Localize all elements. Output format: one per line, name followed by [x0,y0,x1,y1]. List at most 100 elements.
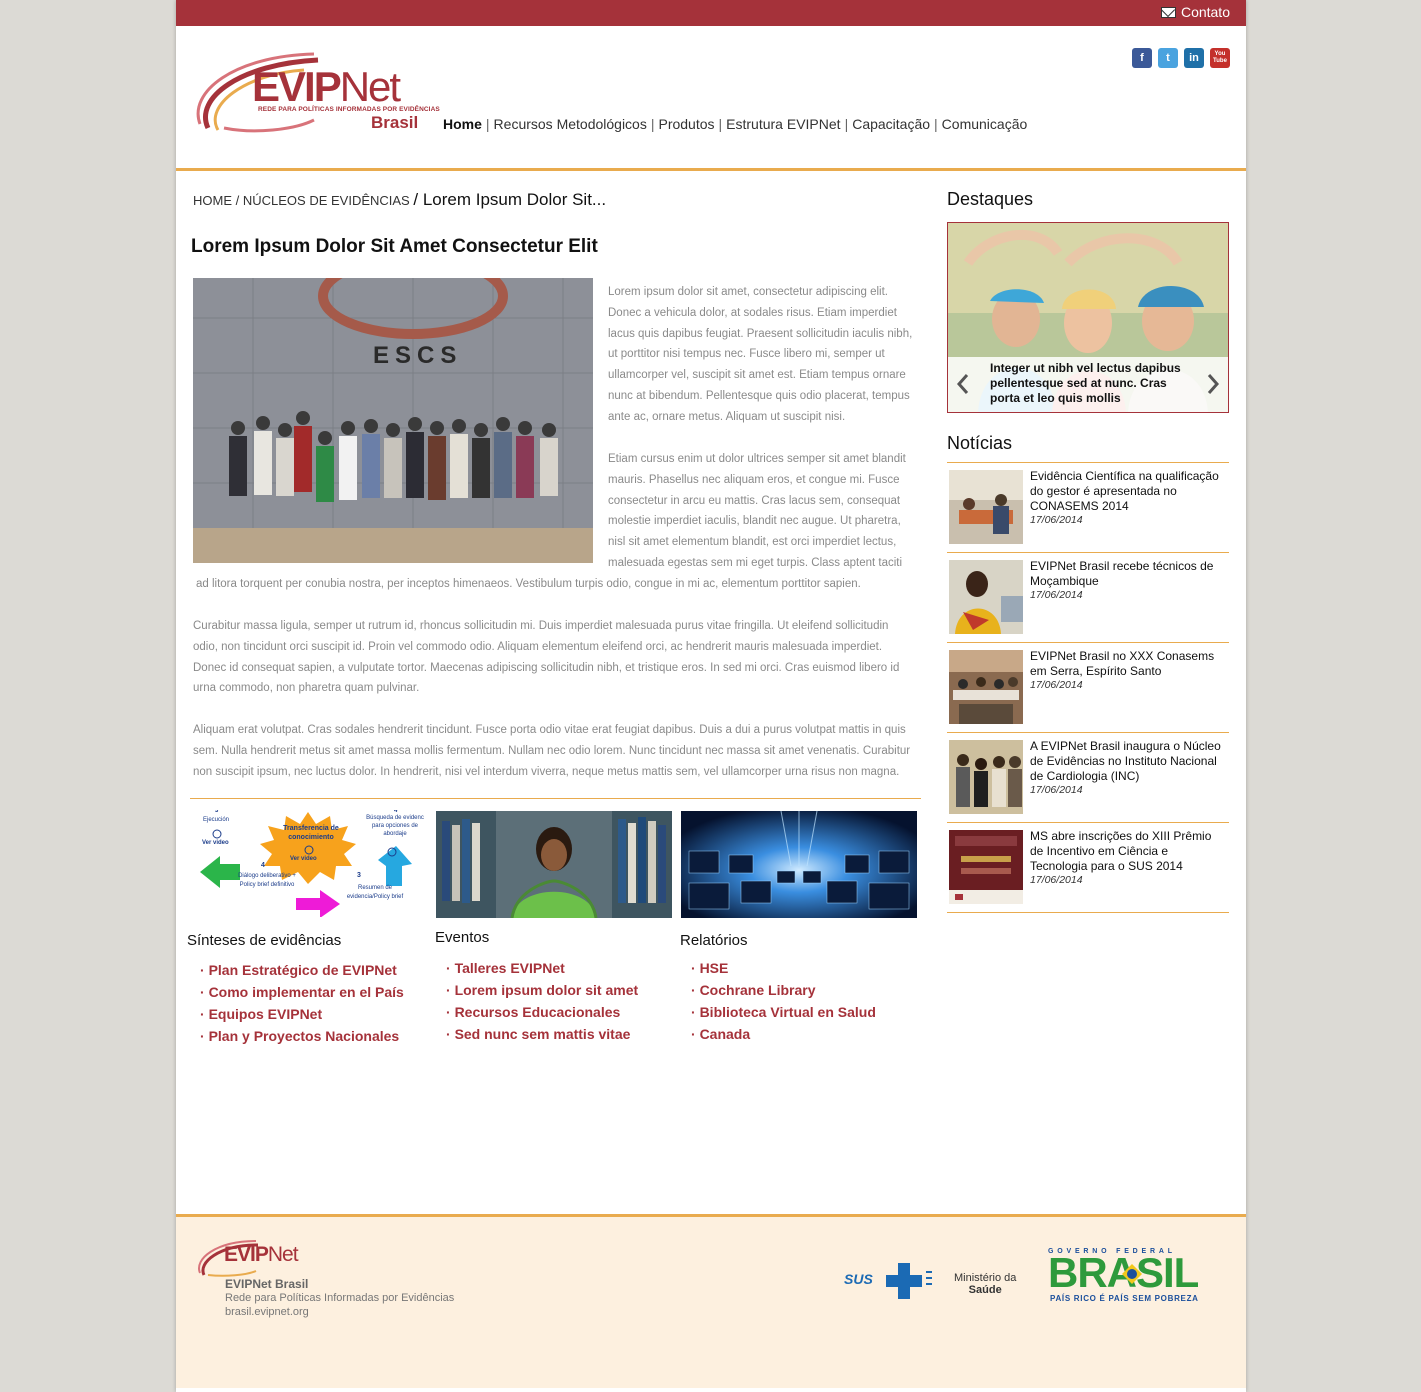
column-sinteses: Transferencia de conocimiento 3 4 4 3 Ej… [187,810,426,1044]
twitter-icon[interactable]: t [1158,48,1178,68]
footer-org-name: EVIPNet Brasil [225,1277,309,1291]
column-links: HSE Cochrane Library Biblioteca Virtual … [691,957,876,1045]
destaques-title: Destaques [947,189,1034,209]
diagram-center-label: Transferencia de conocimiento [283,825,339,841]
photo-sign: ESCS [373,342,463,369]
nav-item[interactable]: Comunicação [942,116,1028,132]
article-title: Lorem Ipsum Dolor Sit Amet Consectetur E… [191,236,598,257]
nav-item[interactable]: Capacitação [852,116,930,132]
evipnet-logo[interactable]: EVIPNet REDE PARA POLÍTICAS INFORMADAS P… [194,44,440,136]
news-title: MS abre inscrições do XIII Prêmio de Inc… [1030,829,1212,873]
logo-tagline: REDE PARA POLÍTICAS INFORMADAS POR EVIDÊ… [258,106,440,113]
ministerio-line1: Ministério da [954,1272,1017,1284]
footer-tagline: Rede para Políticas Informadas por Evidê… [225,1292,455,1304]
footer-logo-wordmark: EVIPNet [224,1243,299,1266]
news-item[interactable]: MS abre inscrições do XIII Prêmio de Inc… [947,823,1229,913]
logo-country: Brasil [371,113,419,132]
page: Contato EVIPNet REDE PARA POLÍTICAS INFO… [176,0,1246,1392]
article-paragraph: Etiam cursus enim ut dolor ultrices semp… [608,453,906,569]
youtube-icon[interactable]: You Tube [1210,48,1230,68]
linkedin-icon[interactable]: in [1184,48,1204,68]
news-thumbnail [949,830,1023,904]
news-date: 17/06/2014 [1030,874,1083,886]
article-paragraph: Aliquam erat volutpat. Cras sodales hend… [193,724,911,778]
news-item[interactable]: A EVIPNet Brasil inaugura o Núcleo de Ev… [947,733,1229,823]
gov-slogan: PAÍS RICO É PAÍS SEM POBREZA [1050,1294,1199,1303]
column-link[interactable]: Biblioteca Virtual en Salud [691,1001,876,1023]
column-links: Plan Estratégico de EVIPNet Como impleme… [200,959,404,1047]
diagram-step-number: 3 [215,810,219,814]
destaques-slider[interactable]: Integer ut nibh vel lectus dapibus pelle… [947,222,1229,413]
ministerio-saude-logo: Ministério da Saúde [954,1272,1016,1296]
governo-federal-logo: GOVERNO FEDERAL BRASIL PAÍS RICO É PAÍS … [1048,1248,1228,1304]
nav-separator: | [650,116,655,132]
sus-cross-icon [886,1263,932,1299]
column-link[interactable]: Recursos Educacionales [446,1001,638,1023]
column-link[interactable]: Canada [691,1023,876,1045]
column-link[interactable]: Lorem ipsum dolor sit amet [446,979,639,1001]
envelope-icon [1160,6,1176,18]
diagram-ver-video: Ver video [290,856,317,862]
relatorios-image[interactable] [681,811,917,918]
diagram-label: Búsqueda de evidenc para opciones de abo… [366,815,424,837]
news-thumbnail [949,740,1023,814]
slider-next-arrow-icon[interactable] [1206,373,1220,395]
column-link[interactable]: Plan y Proyectos Nacionales [200,1025,404,1047]
nav-item[interactable]: Home [443,116,482,132]
news-list: Evidência Científica na qualificação do … [947,462,1229,913]
diagram-label: Diálogo deliberativo + Policy brief defi… [238,873,296,888]
news-item[interactable]: EVIPNet Brasil recebe técnicos de Moçamb… [947,553,1229,643]
column-link[interactable]: Plan Estratégico de EVIPNet [200,959,404,981]
contact-label: Contato [1180,4,1230,20]
news-item[interactable]: EVIPNet Brasil no XXX Conasems em Serra,… [947,643,1229,733]
column-relatorios: Relatórios HSE Cochrane Library Bibliote… [680,811,917,1042]
nav-separator: | [844,116,849,132]
breadcrumb-section[interactable]: NÚCLEOS DE EVIDÊNCIAS [243,193,410,208]
news-date: 17/06/2014 [1030,784,1083,796]
slider-caption: Integer ut nibh vel lectus dapibus pelle… [948,357,1228,412]
slider-caption-text: Integer ut nibh vel lectus dapibus pelle… [990,361,1181,405]
column-link[interactable]: Cochrane Library [691,979,876,1001]
news-item[interactable]: Evidência Científica na qualificação do … [947,463,1229,553]
nav-item[interactable]: Produtos [658,116,714,132]
column-link[interactable]: HSE [691,957,876,979]
column-title: Eventos [435,929,490,946]
social-links: f t in You Tube [1132,48,1230,68]
article-paragraph: ad litora torquent per conubia nostra, p… [196,578,861,590]
nav-item[interactable]: Recursos Metodológicos [494,116,647,132]
column-links: Talleres EVIPNet Lorem ipsum dolor sit a… [446,957,639,1045]
column-title: Relatórios [680,932,748,949]
slider-prev-arrow-icon[interactable] [956,373,970,395]
brazil-flag-icon [1122,1264,1142,1284]
column-link[interactable]: Talleres EVIPNet [446,957,638,979]
facebook-icon[interactable]: f [1132,48,1152,68]
sus-logo: SUS [844,1261,936,1301]
footer-url[interactable]: brasil.evipnet.org [225,1306,309,1318]
nav-separator: | [485,116,490,132]
sinteses-diagram-image[interactable]: Transferencia de conocimiento 3 4 4 3 Ej… [190,810,426,917]
contact-link[interactable]: Contato [1160,4,1230,20]
footer-logo[interactable]: EVIPNet [196,1237,306,1277]
breadcrumb-sep: / [235,193,243,208]
nav-item[interactable]: Estrutura EVIPNet [726,116,840,132]
column-link[interactable]: Como implementar en el País [200,981,404,1003]
breadcrumb-home[interactable]: HOME [193,193,232,208]
section-divider [190,798,921,799]
breadcrumb: HOME / NÚCLEOS DE EVIDÊNCIAS / Lorem Ips… [193,190,606,210]
news-date: 17/06/2014 [1030,589,1083,601]
ministerio-line2: Saúde [968,1284,1002,1296]
news-thumbnail [949,470,1023,544]
header: EVIPNet REDE PARA POLÍTICAS INFORMADAS P… [176,26,1246,171]
breadcrumb-sep: / [413,190,423,209]
nav-separator: | [934,116,938,132]
news-title: A EVIPNet Brasil inaugura o Núcleo de Ev… [1030,739,1221,783]
eventos-image[interactable] [436,811,672,918]
diagram-label: Resumen de evidencia/Policy brief [346,885,404,900]
news-date: 17/06/2014 [1030,514,1083,526]
news-date: 17/06/2014 [1030,679,1083,691]
sus-logo-text: SUS [844,1271,873,1287]
column-link[interactable]: Sed nunc sem mattis vitae [446,1023,638,1045]
diagram-step-number: 3 [357,872,361,879]
nav-separator: | [718,116,723,132]
column-link[interactable]: Equipos EVIPNet [200,1003,404,1025]
